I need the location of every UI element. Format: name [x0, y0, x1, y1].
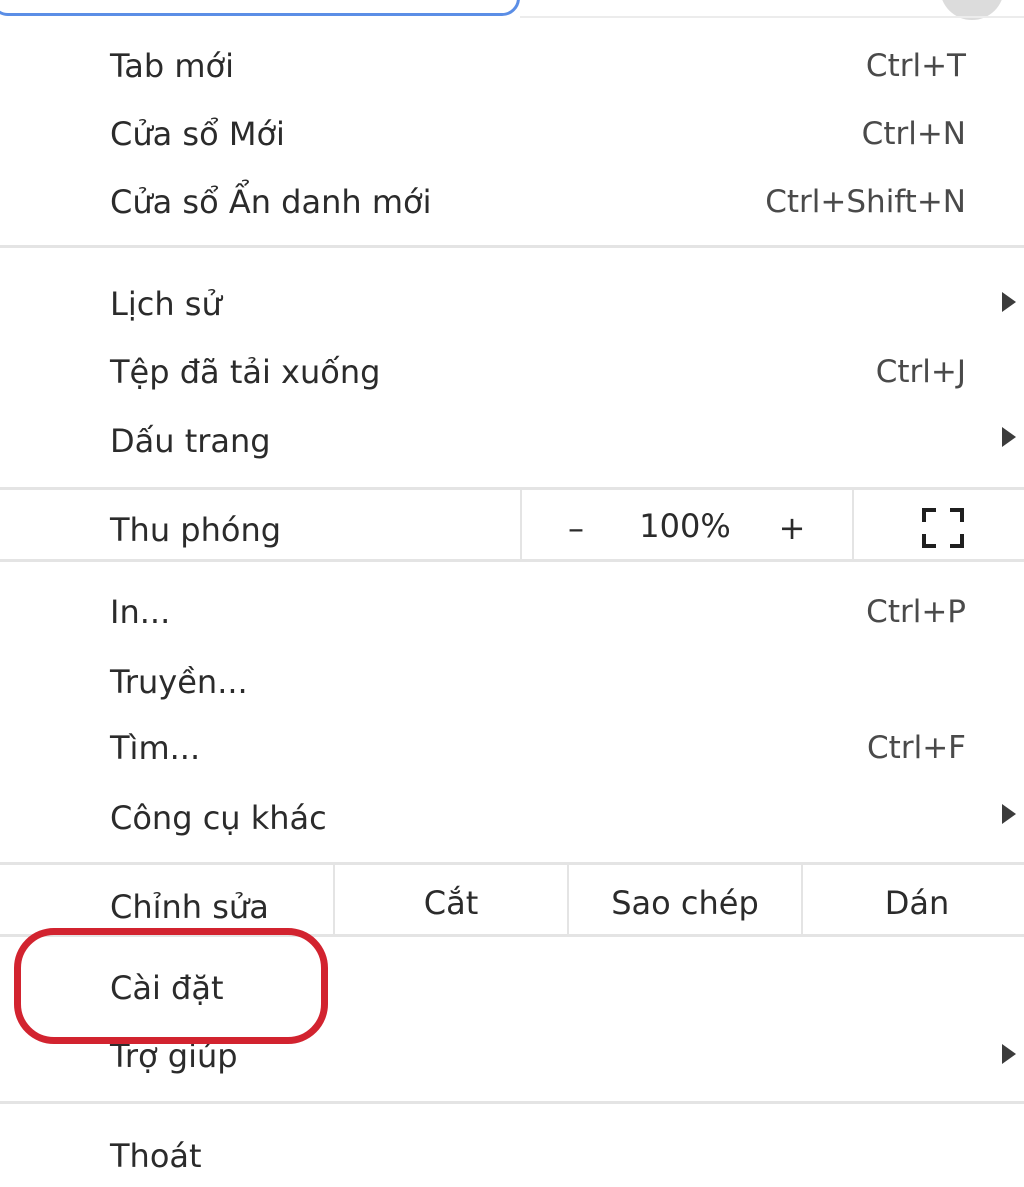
menu-item-label: In...: [110, 593, 171, 631]
menu-item-cast[interactable]: Truyền...: [0, 646, 1024, 714]
menu-item-shortcut: Ctrl+Shift+N: [765, 184, 966, 220]
address-bar[interactable]: [0, 0, 520, 16]
menu-item-label: Dấu trang: [110, 422, 271, 460]
menu-item-history[interactable]: Lịch sử: [0, 268, 1024, 336]
menu-item-shortcut: Ctrl+N: [861, 116, 966, 152]
menu-item-label: Tệp đã tải xuống: [110, 353, 381, 391]
chevron-right-icon: [1002, 1044, 1016, 1064]
menu-item-shortcut: Ctrl+P: [866, 594, 966, 630]
chevron-right-icon: [1002, 427, 1016, 447]
chevron-right-icon: [1002, 292, 1016, 312]
zoom-label: Thu phóng: [110, 511, 282, 549]
chevron-right-icon: [1002, 804, 1016, 824]
menu-item-shortcut: Ctrl+J: [875, 354, 966, 390]
menu-item-new-tab[interactable]: Tab mới Ctrl+T: [0, 32, 1024, 100]
edit-label: Chỉnh sửa: [110, 888, 269, 926]
menu-item-new-incognito-window[interactable]: Cửa sổ Ẩn danh mới Ctrl+Shift+N: [0, 168, 1024, 236]
copy-button[interactable]: Sao chép: [569, 883, 801, 923]
menu-separator: [0, 245, 1024, 248]
menu-item-print[interactable]: In... Ctrl+P: [0, 578, 1024, 646]
zoom-out-button[interactable]: –: [556, 508, 596, 548]
menu-item-shortcut: Ctrl+F: [867, 730, 966, 766]
menu-separator: [0, 559, 1024, 562]
menu-item-label: Thoát: [110, 1137, 202, 1175]
browser-toolbar-edge: [0, 0, 1024, 20]
menu-item-new-window[interactable]: Cửa sổ Mới Ctrl+N: [0, 100, 1024, 168]
menu-item-label: Tìm...: [110, 729, 201, 767]
menu-item-label: Cửa sổ Ẩn danh mới: [110, 183, 432, 221]
cut-button[interactable]: Cắt: [335, 883, 567, 923]
zoom-divider: [520, 490, 522, 560]
menu-item-downloads[interactable]: Tệp đã tải xuống Ctrl+J: [0, 338, 1024, 406]
menu-item-find[interactable]: Tìm... Ctrl+F: [0, 714, 1024, 782]
menu-item-shortcut: Ctrl+T: [865, 48, 966, 84]
menu-item-exit[interactable]: Thoát: [0, 1120, 1024, 1187]
menu-item-label: Cửa sổ Mới: [110, 115, 285, 153]
zoom-divider: [852, 490, 854, 560]
menu-item-bookmarks[interactable]: Dấu trang: [0, 405, 1024, 473]
paste-button[interactable]: Dán: [803, 883, 1024, 923]
menu-zoom-row: Thu phóng – 100% +: [0, 490, 1024, 560]
menu-item-label: Tab mới: [110, 47, 234, 85]
menu-item-label: Lịch sử: [110, 285, 222, 323]
zoom-level-value: 100%: [639, 507, 731, 545]
settings-highlight-ring: [14, 928, 328, 1044]
menu-item-label: Công cụ khác: [110, 799, 327, 837]
menu-separator: [0, 1101, 1024, 1104]
menu-edit-row: Chỉnh sửa Cắt Sao chép Dán: [0, 865, 1024, 935]
menu-item-label: Truyền...: [110, 663, 248, 701]
fullscreen-icon[interactable]: [922, 508, 964, 548]
zoom-in-button[interactable]: +: [772, 508, 812, 548]
toolbar-divider: [520, 16, 1024, 18]
menu-item-more-tools[interactable]: Công cụ khác: [0, 782, 1024, 850]
